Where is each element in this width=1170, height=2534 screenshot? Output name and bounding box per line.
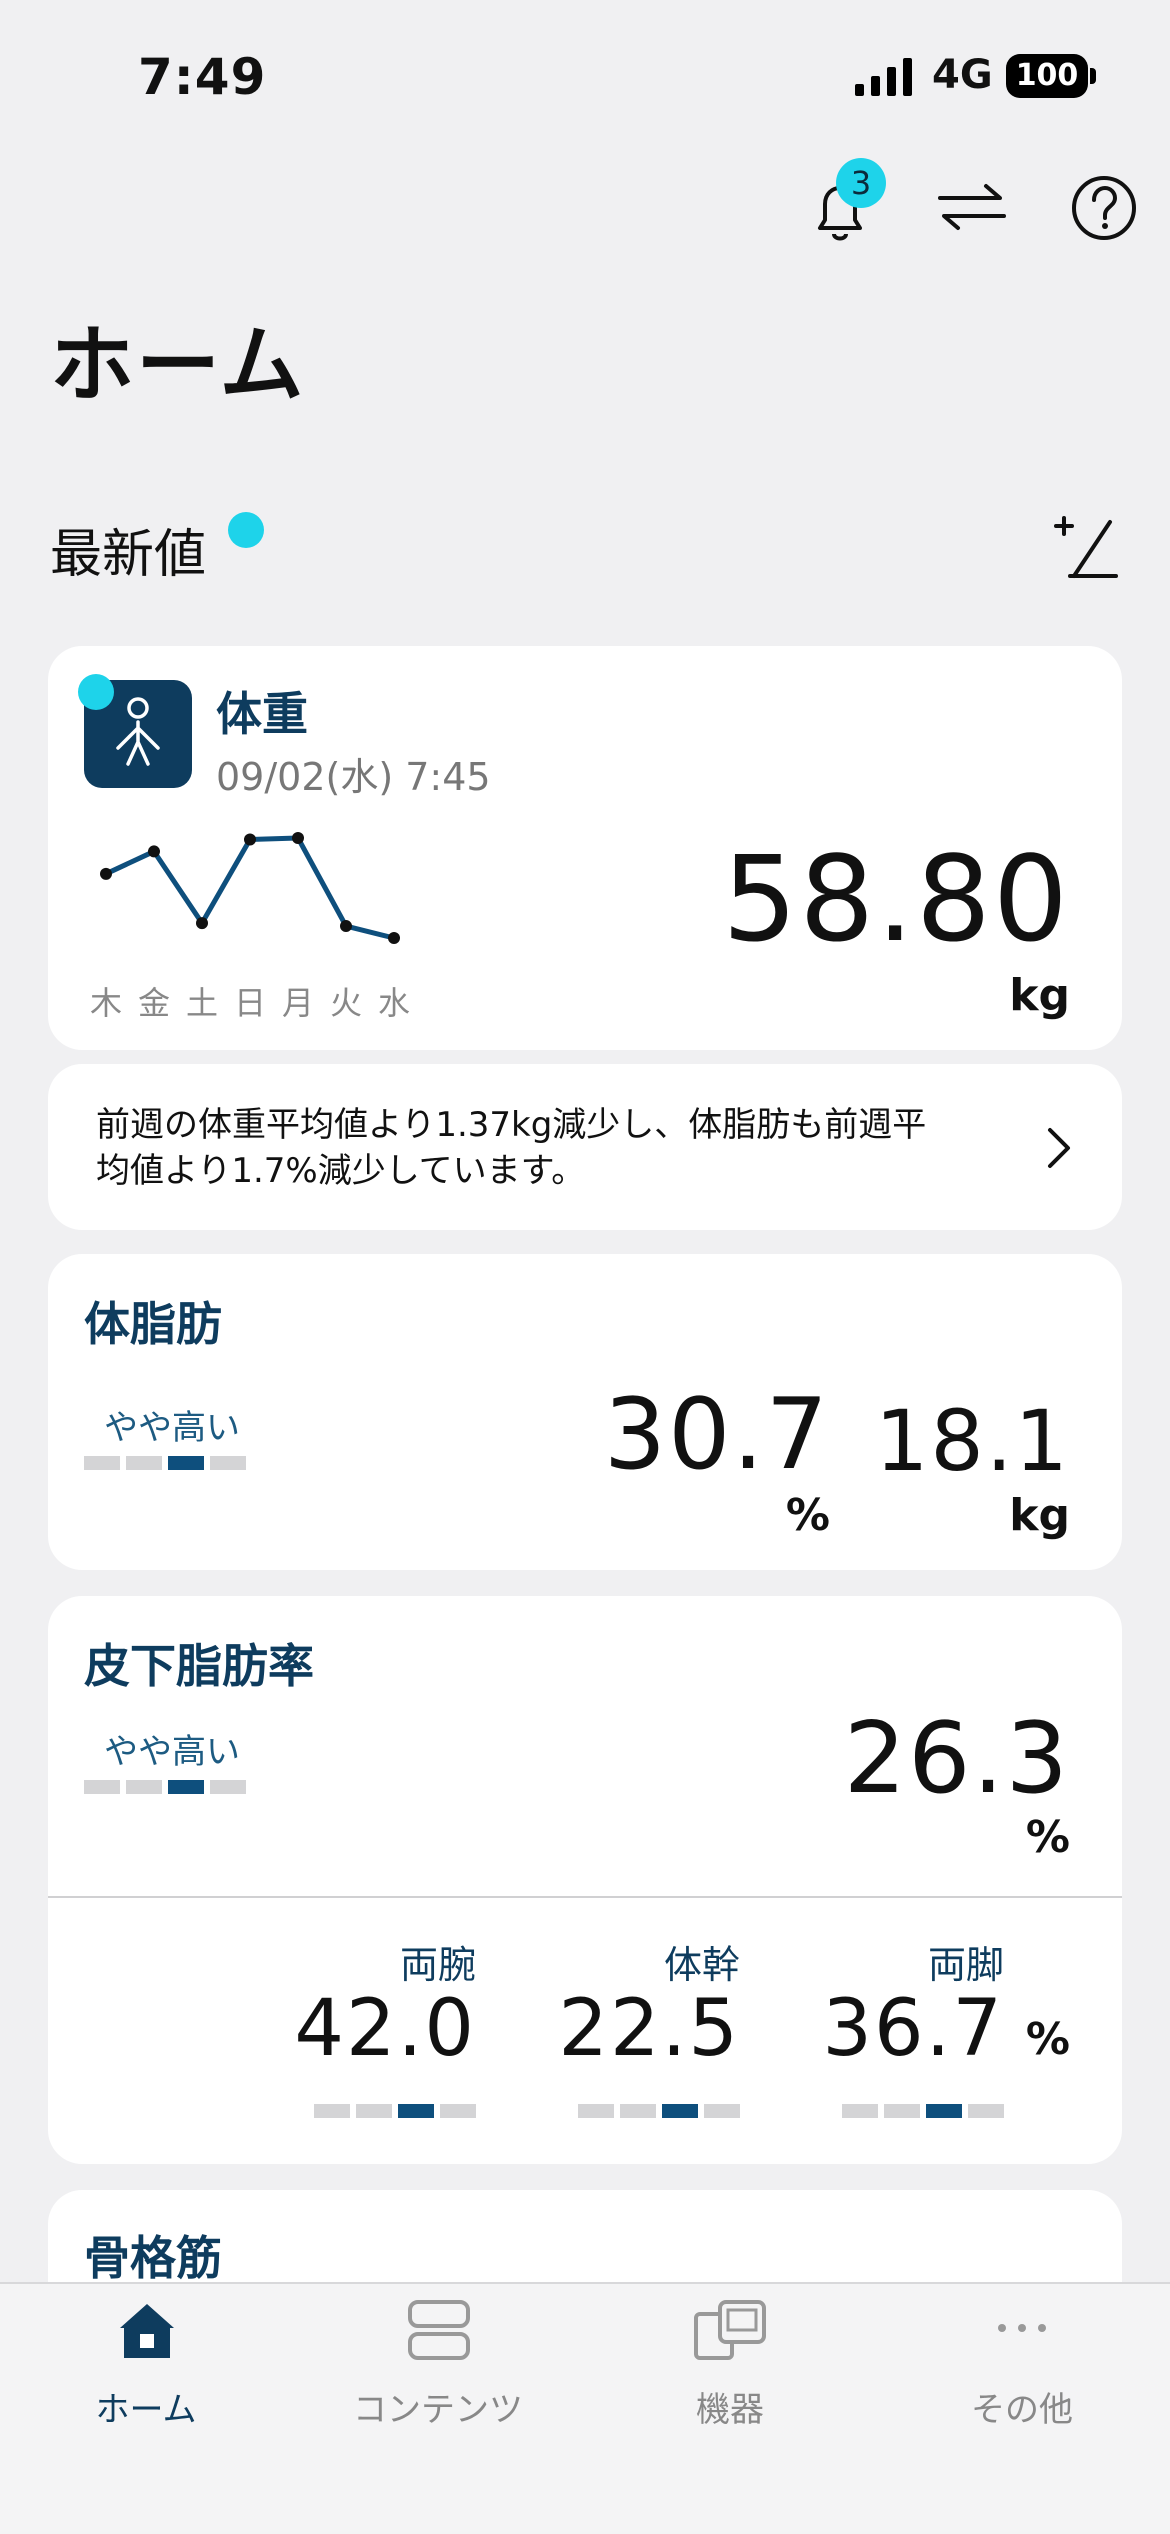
level-segment (968, 2104, 1004, 2118)
signal-icon (855, 58, 912, 96)
weight-title: 体重 (216, 687, 308, 741)
level-segment (314, 2104, 350, 2118)
level-segment-active (168, 1780, 204, 1794)
level-segment-active (168, 1456, 204, 1470)
body-fat-level-bar (84, 1456, 248, 1470)
tab-other[interactable]: その他 (902, 2382, 1142, 2431)
level-segment-active (926, 2104, 962, 2118)
page-title: ホーム (50, 316, 306, 414)
edit-add-icon[interactable] (1050, 512, 1122, 584)
weight-day-label-3: 日 (234, 984, 266, 1022)
body-fat-level: やや高い (104, 1408, 240, 1448)
level-segment-active (398, 2104, 434, 2118)
level-segment (620, 2104, 656, 2118)
subcutaneous-level-bar (84, 1780, 248, 1794)
battery-tip (1090, 68, 1096, 84)
insight-line-2: 均値より1.7%減少しています。 (96, 1151, 586, 1191)
weight-new-dot (78, 674, 114, 710)
level-segment-active (662, 2104, 698, 2118)
weight-day-label-5: 火 (330, 984, 362, 1022)
insight-text: 前週の体重平均値より1.37kg減少し、体脂肪も前週平 均値より1.7%減少して… (96, 1102, 1016, 1194)
subcutaneous-value: 26.3 (843, 1702, 1070, 1816)
weight-value: 58.80 (722, 830, 1070, 968)
skeletal-muscle-title: 骨格筋 (84, 2231, 222, 2285)
trunk-value: 22.5 (558, 1984, 740, 2074)
legs-level-bar (842, 2104, 1006, 2118)
weight-datetime: 09/02(水) 7:45 (216, 755, 491, 799)
level-segment (578, 2104, 614, 2118)
home-icon[interactable] (116, 2300, 178, 2362)
weight-day-label-2: 土 (186, 984, 218, 1022)
weight-point-6 (388, 932, 400, 944)
weight-day-label-4: 月 (282, 984, 314, 1022)
weight-point-0 (100, 867, 112, 880)
divider (48, 1896, 1122, 1898)
contents-icon[interactable] (406, 2298, 472, 2364)
chevron-right-icon[interactable] (1044, 1126, 1074, 1170)
level-segment (842, 2104, 878, 2118)
new-indicator-dot (228, 512, 264, 548)
body-fat-percent-value: 30.7 (603, 1378, 830, 1492)
level-segment (356, 2104, 392, 2118)
level-segment (884, 2104, 920, 2118)
parts-unit: % (1025, 2014, 1070, 2065)
arms-level-bar (314, 2104, 478, 2118)
network-type: 4G (932, 52, 993, 98)
battery-icon: 100 (1006, 54, 1088, 98)
weight-day-label-1: 金 (138, 984, 170, 1022)
tab-devices[interactable]: 機器 (610, 2382, 850, 2431)
body-fat-percent-unit: % (785, 1490, 830, 1541)
weight-point-2 (196, 917, 208, 930)
weight-point-5 (340, 920, 352, 933)
insight-line-1: 前週の体重平均値より1.37kg減少し、体脂肪も前週平 (96, 1105, 927, 1145)
weight-day-label-6: 水 (378, 984, 410, 1022)
devices-icon[interactable] (692, 2298, 768, 2364)
level-segment (440, 2104, 476, 2118)
trunk-level-bar (578, 2104, 742, 2118)
level-segment (210, 1456, 246, 1470)
level-segment (84, 1456, 120, 1470)
subcutaneous-title: 皮下脂肪率 (84, 1639, 314, 1693)
weight-point-3 (244, 833, 256, 846)
body-fat-mass-unit: kg (1009, 1490, 1070, 1541)
tab-home[interactable]: ホーム (26, 2382, 266, 2431)
notification-badge: 3 (836, 158, 886, 208)
level-segment (704, 2104, 740, 2118)
subcutaneous-unit: % (1025, 1812, 1070, 1863)
tab-contents[interactable]: コンテンツ (318, 2382, 558, 2431)
weight-unit: kg (1009, 970, 1070, 1021)
level-segment (84, 1780, 120, 1794)
status-time: 7:49 (138, 48, 267, 106)
legs-label: 両脚 (927, 1943, 1004, 1987)
help-icon[interactable] (1064, 168, 1144, 248)
more-icon[interactable] (994, 2318, 1050, 2338)
trunk-label: 体幹 (663, 1943, 740, 1987)
arms-label: 両腕 (399, 1943, 476, 1987)
subcutaneous-level: やや高い (104, 1732, 240, 1772)
legs-value: 36.7 (822, 1984, 1004, 2074)
arms-value: 42.0 (294, 1984, 476, 2074)
weight-day-label-0: 木 (90, 984, 122, 1022)
level-segment (126, 1780, 162, 1794)
level-segment (210, 1780, 246, 1794)
body-fat-mass-value: 18.1 (874, 1392, 1070, 1490)
weight-point-1 (148, 845, 160, 858)
switch-arrows-icon[interactable] (932, 166, 1012, 246)
body-fat-title: 体脂肪 (84, 1297, 222, 1351)
section-title: 最新値 (50, 525, 207, 585)
weight-point-4 (292, 832, 304, 844)
level-segment (126, 1456, 162, 1470)
weight-trend-chart: 木金土日月火水 (90, 832, 410, 1022)
